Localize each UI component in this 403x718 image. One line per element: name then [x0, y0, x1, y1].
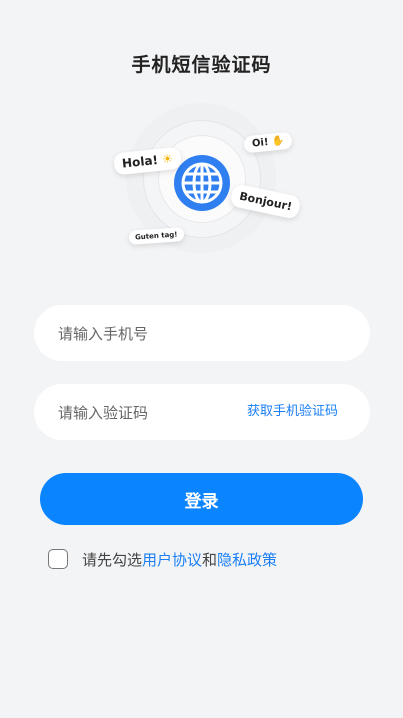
bubble-oi: Oi! ✋	[243, 131, 294, 154]
agreement-prefix: 请先勾选	[82, 550, 143, 569]
sun-icon: ☀	[161, 151, 174, 167]
agreement-and: 和	[202, 550, 218, 569]
bubble-hola-text: Hola!	[121, 152, 159, 171]
agreement-row: 请先勾选用户协议和隐私政策	[48, 547, 277, 571]
hero-illustration: Hola! ☀ Oi! ✋ Bonjour! Guten tag!	[106, 98, 303, 268]
phone-input[interactable]	[56, 305, 350, 363]
get-code-button[interactable]: 获取手机验证码	[247, 384, 338, 440]
agreement-text: 请先勾选用户协议和隐私政策	[82, 549, 277, 570]
privacy-policy-link[interactable]: 隐私政策	[217, 551, 277, 569]
login-button[interactable]: 登录	[40, 473, 363, 525]
user-agreement-link[interactable]: 用户协议	[142, 551, 202, 569]
code-input[interactable]	[56, 384, 230, 442]
globe-icon	[174, 155, 230, 211]
phone-field[interactable]	[34, 305, 370, 363]
agreement-checkbox[interactable]	[48, 549, 68, 569]
code-field[interactable]: 获取手机验证码	[34, 384, 370, 442]
page-title: 手机短信验证码	[131, 54, 272, 76]
wave-hand-icon: ✋	[271, 135, 285, 148]
bubble-oi-text: Oi!	[251, 137, 270, 150]
